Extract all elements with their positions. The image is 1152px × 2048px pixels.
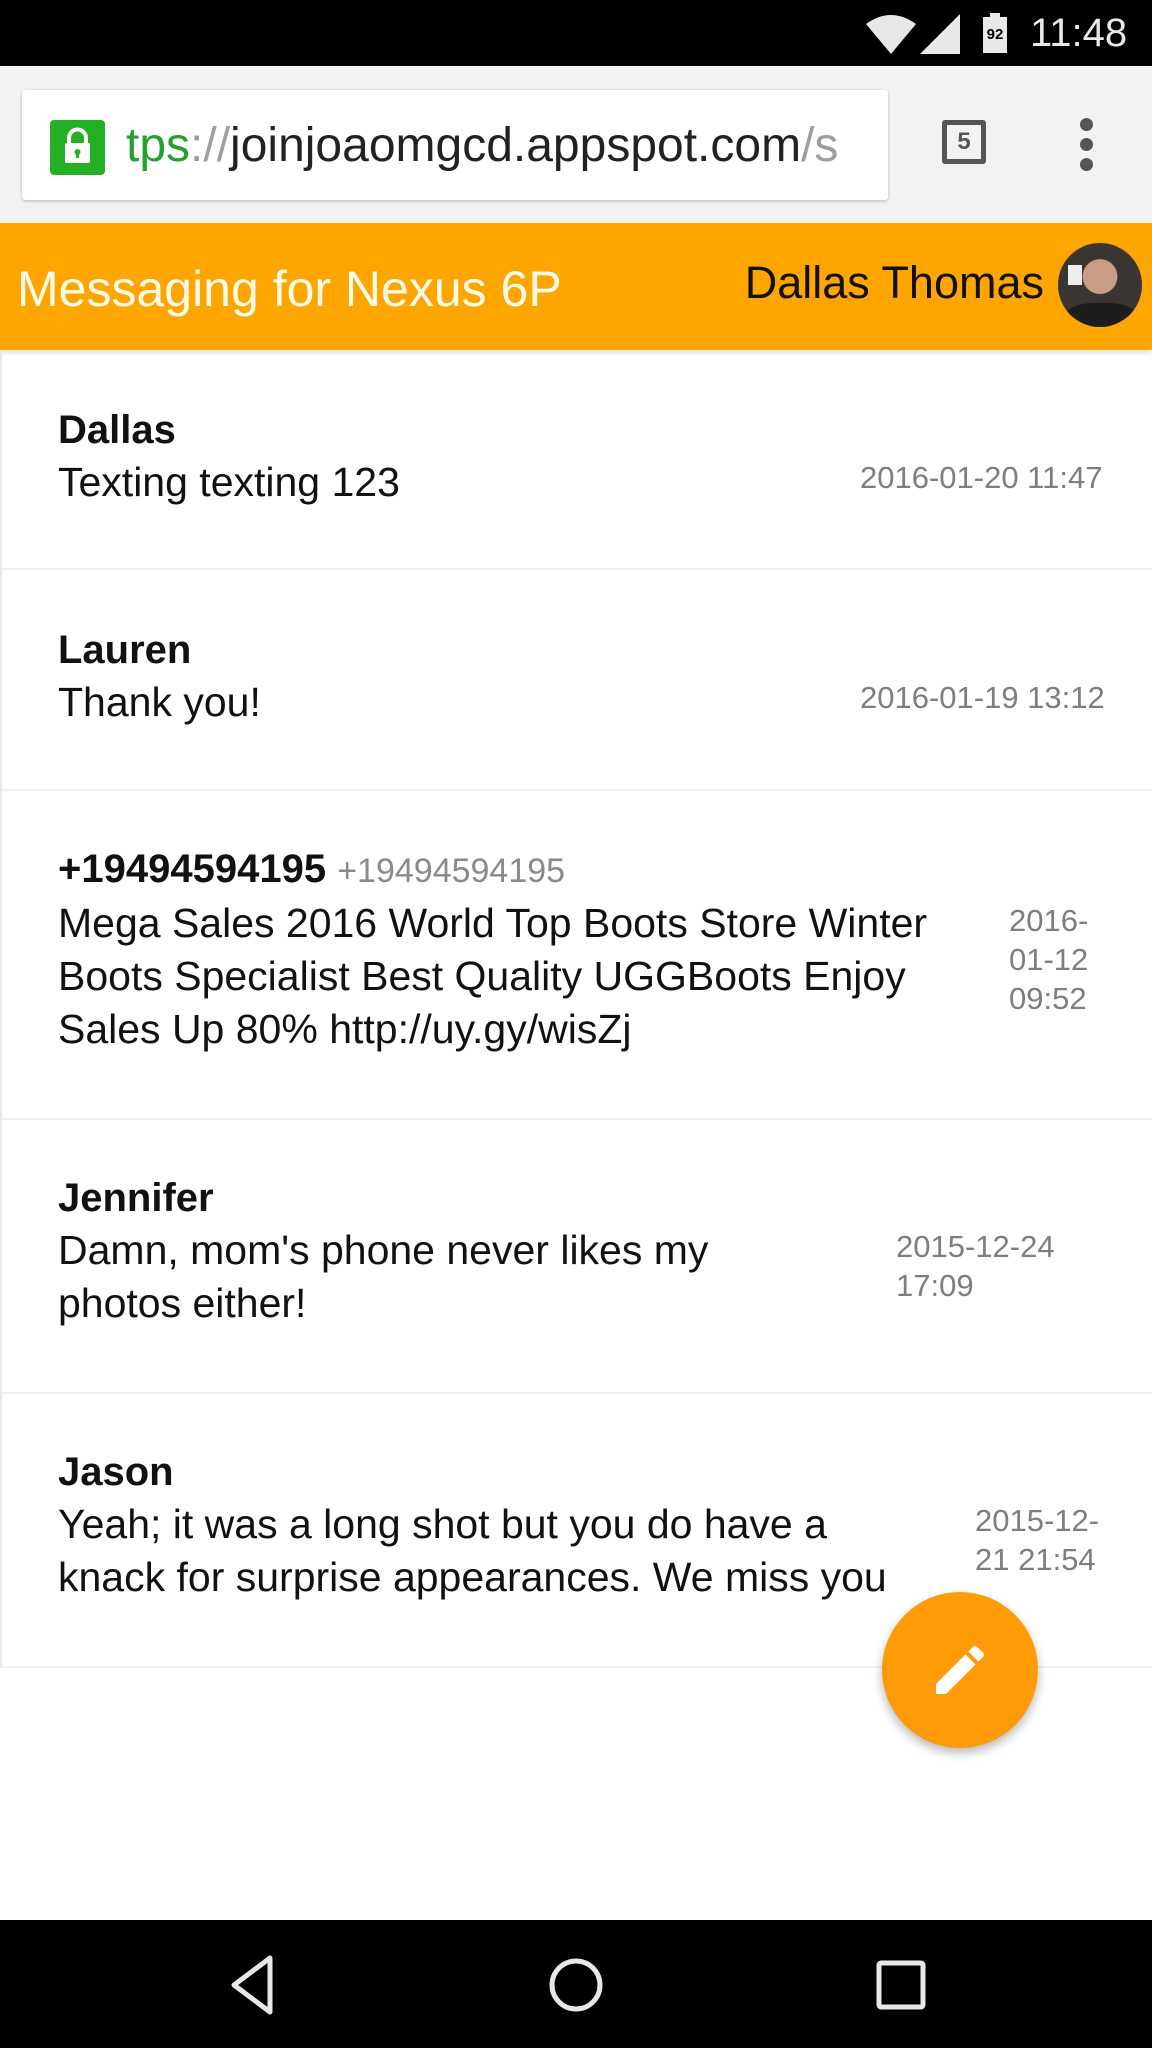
recents-icon[interactable] [866, 1950, 936, 2020]
conversation-row[interactable]: Lauren Thank you! 2016-01-19 13:12 [2, 570, 1152, 791]
more-vert-icon[interactable] [1074, 118, 1100, 172]
status-bar: 92 11:48 [0, 0, 1152, 66]
tab-count: 5 [957, 128, 971, 155]
conversation-timestamp: 2015-12- 21 21:54 [975, 1503, 1100, 1577]
status-clock: 11:48 [1030, 11, 1128, 55]
url-bar[interactable]: tps://joinjoaomgcd.appspot.com/s [22, 90, 888, 200]
compose-button[interactable] [882, 1592, 1038, 1748]
home-icon[interactable] [541, 1950, 611, 2020]
conversation-sender: Jason [58, 1450, 174, 1494]
conversation-timestamp: 2015-12-24 17:09 [896, 1229, 1055, 1303]
url-separator: :// [190, 119, 231, 172]
avatar[interactable] [1058, 243, 1142, 327]
conversation-list: Dallas Texting texting 123 2016-01-20 11… [0, 350, 1152, 1668]
app-header: Messaging for Nexus 6P Dallas Thomas [0, 223, 1152, 350]
url-path: /s [801, 119, 839, 172]
url-text[interactable]: tps://joinjoaomgcd.appspot.com/s [126, 118, 838, 174]
conversation-message: Mega Sales 2016 World Top Boots Store Wi… [58, 900, 928, 1052]
tab-switcher-button[interactable]: 5 [942, 120, 986, 164]
cell-signal-icon [920, 14, 960, 54]
conversation-row[interactable]: +19494594195 +19494594195 Mega Sales 201… [2, 791, 1152, 1120]
conversation-sender: +19494594195 +19494594195 [58, 847, 566, 891]
user-name[interactable]: Dallas Thomas [745, 253, 1044, 313]
conversation-number: +19494594195 [337, 852, 566, 890]
battery-icon: 92 [983, 13, 1007, 53]
pencil-icon [936, 1645, 985, 1694]
browser-toolbar: tps://joinjoaomgcd.appspot.com/s 5 [0, 66, 1152, 223]
page-title: Messaging for Nexus 6P [17, 261, 562, 317]
lock-icon[interactable] [50, 120, 105, 175]
conversation-row[interactable]: Jennifer Damn, mom's phone never likes m… [2, 1120, 1152, 1394]
navigation-bar [0, 1920, 1152, 2048]
conversation-timestamp: 2016-01-19 13:12 [860, 680, 1105, 715]
conversation-sender: Dallas [58, 408, 176, 452]
url-host: joinjoaomgcd.appspot.com [230, 119, 802, 172]
conversation-sender: Lauren [58, 628, 192, 672]
back-icon[interactable] [220, 1950, 290, 2020]
conversation-timestamp: 2016- 01-12 09:52 [1009, 903, 1089, 1016]
conversation-timestamp: 2016-01-20 11:47 [860, 460, 1103, 495]
url-scheme: tps [126, 119, 191, 172]
battery-level: 92 [983, 17, 1007, 53]
wifi-icon [866, 15, 916, 54]
conversation-sender: Jennifer [58, 1176, 214, 1220]
conversation-row[interactable]: Dallas Texting texting 123 2016-01-20 11… [2, 350, 1152, 570]
